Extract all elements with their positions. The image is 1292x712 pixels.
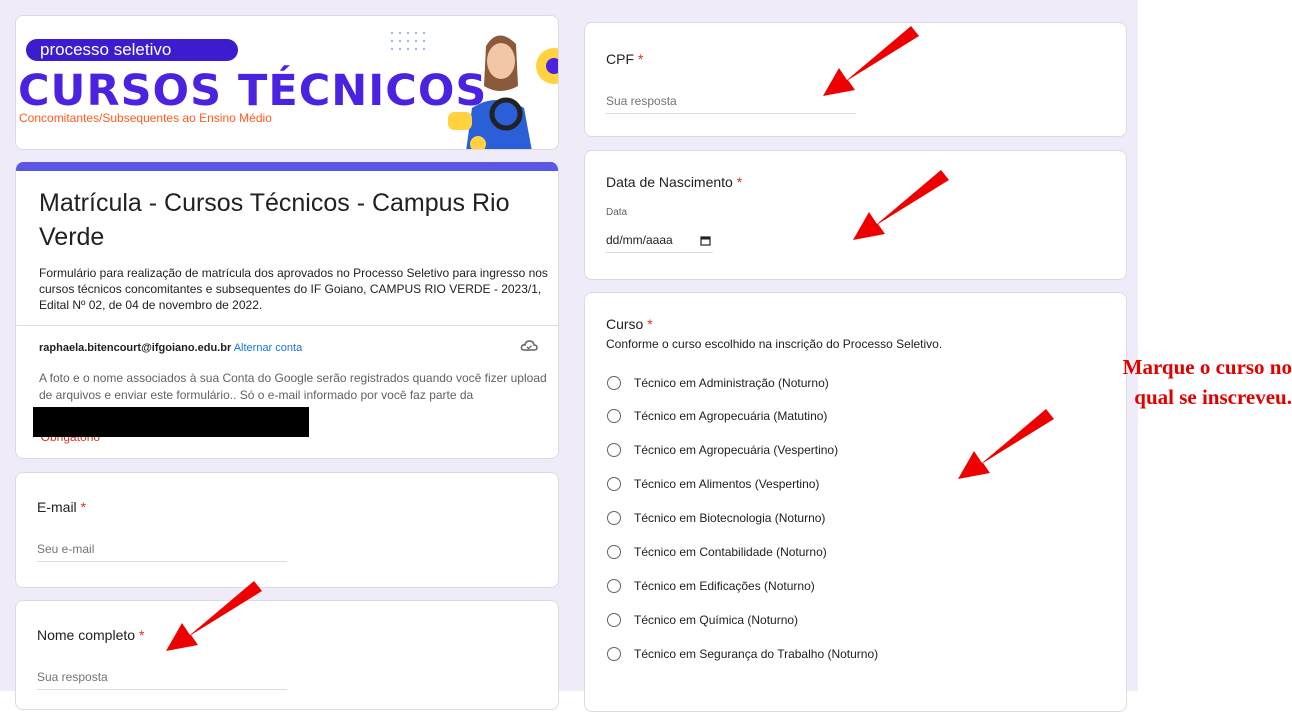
calendar-icon[interactable] — [700, 235, 711, 246]
red-arrow-icon — [853, 170, 949, 240]
course-option[interactable]: Técnico em Agropecuária (Matutino) — [607, 406, 827, 426]
course-option[interactable]: Técnico em Química (Noturno) — [607, 610, 798, 630]
account-email: raphaela.bitencourt@ifgoiano.edu.br — [39, 342, 232, 354]
radio-button[interactable] — [607, 477, 621, 491]
birthdate-label: Data de Nascimento * — [606, 174, 743, 190]
form-description: Formulário para realização de matrícula … — [39, 266, 548, 312]
name-label: Nome completo * — [37, 627, 145, 643]
account-notice: A foto e o nome associados à sua Conta d… — [39, 371, 547, 402]
email-field[interactable]: Seu e-mail — [37, 542, 287, 562]
course-option[interactable]: Técnico em Agropecuária (Vespertino) — [607, 440, 838, 460]
course-option[interactable]: Técnico em Administração (Noturno) — [607, 373, 829, 393]
annotation-line-1: Marque o curso no — [1122, 355, 1292, 379]
course-option[interactable]: Técnico em Alimentos (Vespertino) — [607, 474, 819, 494]
course-option[interactable]: Técnico em Segurança do Trabalho (Noturn… — [607, 644, 878, 664]
banner-subtitle: Concomitantes/Subsequentes ao Ensino Méd… — [19, 111, 272, 125]
radio-button[interactable] — [607, 545, 621, 559]
annotation-callout: Marque o curso no qual se inscreveu. — [1040, 352, 1292, 412]
red-arrow-icon — [958, 409, 1054, 479]
form-accent-bar — [16, 162, 558, 171]
redaction-block — [33, 407, 309, 437]
question-name-card: Nome completo * Sua resposta — [15, 600, 559, 710]
course-label: Curso * — [606, 316, 653, 332]
email-label: E-mail * — [37, 499, 87, 515]
banner-student-illustration — [448, 35, 558, 149]
course-option[interactable]: Técnico em Biotecnologia (Noturno) — [607, 508, 825, 528]
question-email-card: E-mail * Seu e-mail — [15, 472, 559, 588]
birthdate-field[interactable]: dd/mm/aaaa — [606, 233, 713, 253]
date-sublabel: Data — [606, 207, 628, 218]
form-banner: processo seletivo CURSOS TÉCNICOS Concom… — [15, 15, 559, 150]
red-arrow-icon — [166, 581, 262, 651]
radio-button[interactable] — [607, 511, 621, 525]
radio-button[interactable] — [607, 376, 621, 390]
radio-button[interactable] — [607, 647, 621, 661]
cloud-saved-icon — [520, 340, 538, 351]
form-header-card: Matrícula - Cursos Técnicos - Campus Rio… — [15, 162, 559, 459]
banner-dots-decoration — [388, 29, 428, 53]
radio-button[interactable] — [607, 409, 621, 423]
banner-title: CURSOS TÉCNICOS — [18, 66, 488, 116]
account-info: raphaela.bitencourt@ifgoiano.edu.br Alte… — [39, 342, 302, 354]
course-option[interactable]: Técnico em Edificações (Noturno) — [607, 576, 815, 596]
radio-button[interactable] — [607, 613, 621, 627]
header-divider — [16, 325, 558, 326]
radio-button[interactable] — [607, 443, 621, 457]
switch-account-link[interactable]: Alternar conta — [234, 342, 302, 354]
red-arrow-icon — [823, 26, 919, 96]
radio-button[interactable] — [607, 579, 621, 593]
course-option[interactable]: Técnico em Contabilidade (Noturno) — [607, 542, 827, 562]
banner-pill: processo seletivo — [26, 39, 238, 61]
form-title: Matrícula - Cursos Técnicos - Campus Rio… — [39, 189, 510, 251]
cpf-label: CPF * — [606, 51, 644, 67]
course-help-text: Conforme o curso escolhido na inscrição … — [606, 337, 943, 351]
annotation-line-2: qual se inscreveu. — [1134, 385, 1292, 409]
